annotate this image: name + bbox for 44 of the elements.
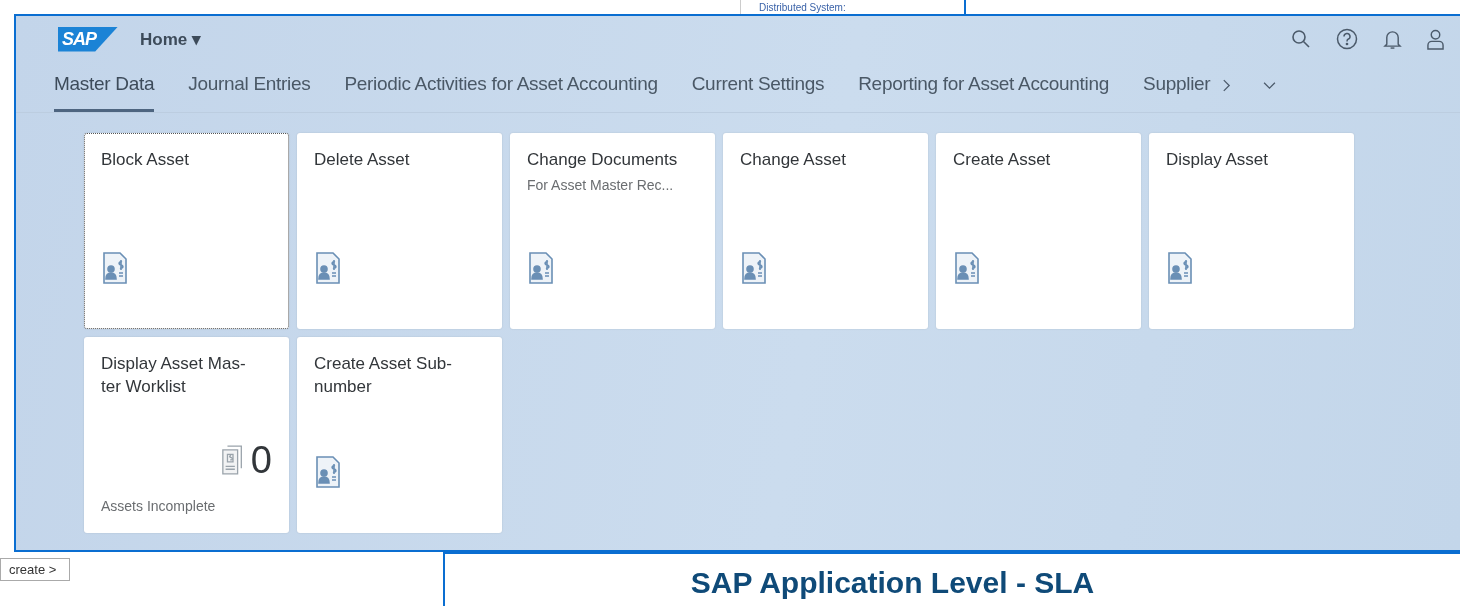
asset-document-icon <box>101 252 129 284</box>
tile-title: Block Asset <box>101 149 190 171</box>
tile-title: Change Asset <box>740 149 847 171</box>
tab[interactable]: Reporting for Asset Accounting <box>858 62 1110 112</box>
help-icon[interactable] <box>1336 28 1358 50</box>
slide-heading: SAP Application Level - SLA <box>690 566 1095 601</box>
app-tile[interactable]: Create Asset <box>936 133 1141 329</box>
tab[interactable]: Journal Entries <box>188 62 311 112</box>
app-tile[interactable]: Display Asset Mas- ter Worklist 0 Assets Incomplete <box>84 337 289 533</box>
tile-subtitle: For Asset Master Rec... <box>527 177 675 193</box>
tile-title: Create Asset Sub- number <box>314 353 453 398</box>
asset-document-icon <box>953 252 981 284</box>
kpi-value: 0 <box>250 440 272 480</box>
tab[interactable]: Master Data <box>54 62 155 112</box>
asset-document-icon <box>527 252 555 284</box>
tile-footer: Assets Incomplete <box>101 498 272 514</box>
asset-document-icon <box>740 252 768 284</box>
app-tile[interactable]: Create Asset Sub- number <box>297 337 502 533</box>
tile-title: Display Asset Mas- ter Worklist <box>101 353 247 398</box>
app-tile[interactable]: Delete Asset <box>297 133 502 329</box>
sap-logo[interactable]: SAP <box>58 26 118 52</box>
tile-title: Change Documents <box>527 149 679 171</box>
panel-label: Distributed System: <box>759 2 846 14</box>
tile-title: Create Asset <box>953 149 1052 171</box>
asset-document-icon <box>1166 252 1194 284</box>
app-tile[interactable]: Display Asset <box>1149 133 1354 329</box>
home-menu-button[interactable]: Home ▾ <box>140 28 201 50</box>
asset-document-icon <box>314 456 342 488</box>
asset-document-icon <box>314 252 342 284</box>
app-tile[interactable]: Change Asset <box>723 133 928 329</box>
tile-title: Delete Asset <box>314 149 411 171</box>
chevron-down-icon[interactable] <box>1263 80 1277 90</box>
chevron-right-icon[interactable] <box>1222 78 1232 92</box>
tab[interactable]: Periodic Activities for Asset Accounting <box>344 62 658 112</box>
tab[interactable]: Supplier <box>1143 62 1211 112</box>
notification-bell-icon[interactable] <box>1383 28 1402 50</box>
documents-icon <box>220 445 245 475</box>
app-tile[interactable]: Change Documents For Asset Master Rec... <box>510 133 715 329</box>
user-icon[interactable] <box>1427 28 1444 50</box>
tile-title: Display Asset <box>1166 149 1270 171</box>
search-icon[interactable] <box>1291 29 1311 49</box>
tab[interactable]: Current Settings <box>691 62 825 112</box>
app-tile[interactable]: Block Asset <box>84 133 289 329</box>
create-button[interactable]: create > <box>0 558 70 581</box>
